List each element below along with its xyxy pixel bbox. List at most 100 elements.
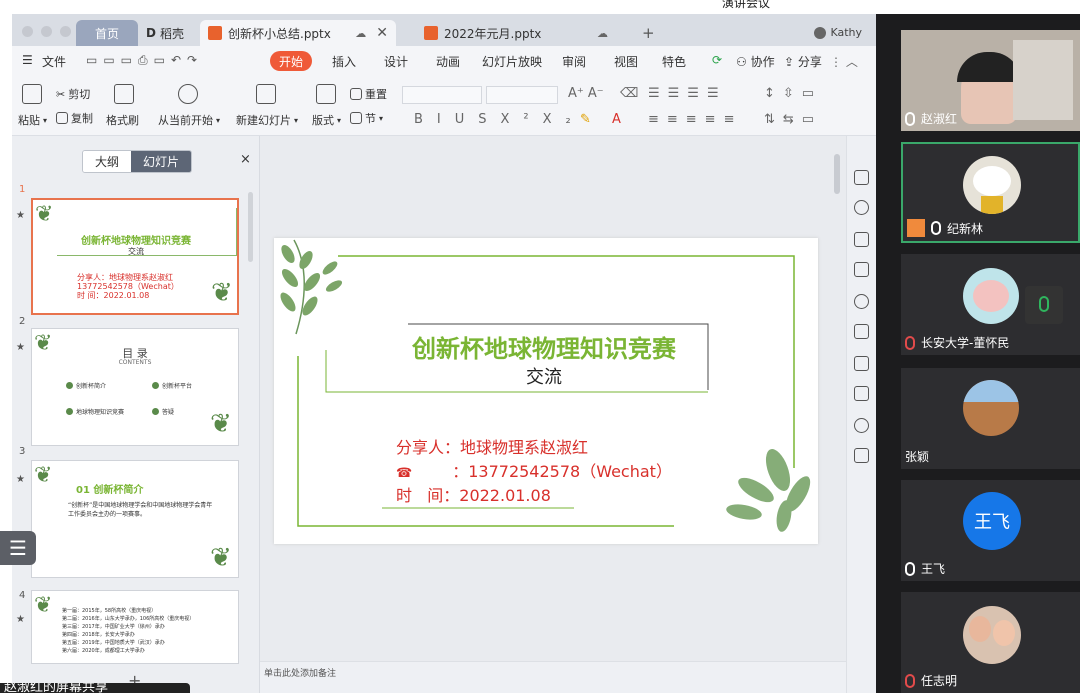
slide-thumbnail-1[interactable]: ❦ 创新杯地球物理知识竞赛 交流 分享人：地球物理系赵淑红 1377254257… bbox=[31, 198, 239, 315]
hamburger-icon[interactable]: ☰ bbox=[22, 53, 33, 67]
target-icon[interactable] bbox=[854, 294, 869, 309]
tab-outline[interactable]: 大纲 bbox=[83, 151, 132, 172]
paste-button[interactable]: 粘贴 ▾ bbox=[18, 112, 47, 128]
text-format-icons[interactable]: BIUSX²X₂ bbox=[414, 112, 585, 127]
cut-label: 剪切 bbox=[68, 88, 91, 101]
leaf-icon: ❦ bbox=[211, 278, 233, 308]
menu-file[interactable]: 文件 bbox=[42, 53, 66, 70]
tab-slides[interactable]: 幻灯片 bbox=[131, 151, 192, 172]
reset-button[interactable]: 重置 bbox=[350, 86, 387, 102]
floating-menu-icon[interactable]: ☰ bbox=[0, 531, 36, 565]
tab-home[interactable]: 首页 bbox=[76, 20, 138, 46]
sharer-value: 地球物理系赵淑红 bbox=[460, 438, 589, 457]
canvas-scrollbar[interactable] bbox=[834, 154, 840, 194]
text-direction-icons[interactable]: ⇅⇆▭ bbox=[764, 112, 822, 127]
paste-icon[interactable] bbox=[22, 84, 42, 104]
close-panel-icon[interactable]: × bbox=[240, 152, 251, 167]
menu-share[interactable]: ⇪ 分享 bbox=[784, 53, 822, 70]
participant-tile[interactable]: 张颖 bbox=[901, 368, 1080, 469]
clear-format-icon[interactable]: ⌫ bbox=[620, 86, 638, 101]
menu-design[interactable]: 设计 bbox=[384, 53, 408, 70]
window-controls[interactable] bbox=[22, 26, 71, 37]
menu-animation[interactable]: 动画 bbox=[436, 53, 460, 70]
leaf-icon: ❦ bbox=[210, 409, 232, 439]
notes-area[interactable]: 单击此处添加备注 bbox=[260, 661, 846, 681]
cloud-icon: ☁ bbox=[355, 26, 367, 40]
user-account[interactable]: Kathy bbox=[814, 26, 862, 39]
slide-thumbnail-2[interactable]: ❦ 目 录 CONTENTS 创新杯简介 创新杯平台 地球物理知识竞赛 答疑 ❦ bbox=[31, 328, 239, 446]
screen-share-status: 赵淑红的屏幕共享 bbox=[0, 683, 190, 693]
main-slide[interactable]: 创新杯地球物理知识竞赛 交流 分享人：地球物理系赵淑红 ☎ ：1377254257… bbox=[274, 238, 818, 544]
font-size-dropdown[interactable] bbox=[486, 86, 558, 104]
video-background bbox=[1013, 40, 1073, 120]
new-slide-icon[interactable] bbox=[256, 84, 276, 104]
sync-icon[interactable]: ⟳ bbox=[712, 53, 722, 67]
date-label: 时 间： bbox=[396, 486, 460, 505]
from-current-button[interactable]: 从当前开始 ▾ bbox=[158, 112, 220, 128]
thumb-number: 1 bbox=[19, 184, 26, 195]
more-icon[interactable]: ⋮ ︿ bbox=[830, 53, 858, 70]
thumb-title: 01 创新杯简介 bbox=[76, 485, 144, 496]
menu-start[interactable]: 开始 bbox=[270, 51, 312, 71]
tab-daoke-label: 稻壳 bbox=[159, 26, 184, 41]
cut-button[interactable]: ✂ 剪切 bbox=[56, 86, 90, 102]
tab-active-file[interactable]: 创新杯小总结.pptx ☁ ✕ bbox=[200, 20, 396, 46]
thumb-item: 地球物理知识竞赛 bbox=[66, 407, 124, 416]
tab-other-file[interactable]: 2022年元月.pptx ☁ bbox=[416, 20, 626, 46]
font-color-icon[interactable]: A bbox=[612, 112, 621, 127]
layers-icon[interactable] bbox=[854, 324, 869, 339]
participant-tile[interactable]: 纪新林 bbox=[901, 142, 1080, 243]
panel-scrollbar[interactable] bbox=[248, 192, 253, 262]
leaf-cluster-right bbox=[726, 449, 811, 532]
layout-icon[interactable] bbox=[316, 84, 336, 104]
layout-button[interactable]: 版式 ▾ bbox=[312, 112, 341, 128]
slide-title: 创新杯地球物理知识竞赛 bbox=[412, 334, 676, 363]
grow-font-icon[interactable]: A⁺ A⁻ bbox=[568, 86, 604, 101]
section-button[interactable]: 节 ▾ bbox=[350, 110, 383, 126]
section-label: 节 bbox=[365, 112, 376, 125]
quick-access-icons[interactable]: ▭▭▭⎙▭↶↷ bbox=[86, 53, 203, 68]
slide-thumbnail-4[interactable]: ❦ 第一届：2015年，58所高校（重庆电视） 第二届：2016年，山东大学承办，… bbox=[31, 590, 239, 664]
tab-daoke[interactable]: D 稻壳 bbox=[138, 20, 198, 46]
history-icon[interactable] bbox=[854, 418, 869, 433]
participant-tile[interactable]: 任志明 bbox=[901, 592, 1080, 693]
participant-tile[interactable]: 赵淑红 bbox=[901, 30, 1080, 131]
settings-icon[interactable] bbox=[854, 386, 869, 401]
thumb-item: 创新杯平台 bbox=[152, 381, 192, 390]
list-icons[interactable]: ☰☰☰☰ bbox=[648, 86, 727, 101]
mic-muted-icon bbox=[905, 335, 915, 350]
participant-tile[interactable]: 王飞 王飞 bbox=[901, 480, 1080, 581]
menu-insert[interactable]: 插入 bbox=[332, 53, 356, 70]
menu-view[interactable]: 视图 bbox=[614, 53, 638, 70]
animation-icon[interactable] bbox=[854, 232, 869, 247]
star-icon: ★ bbox=[16, 474, 25, 485]
new-slide-button[interactable]: 新建幻灯片 ▾ bbox=[236, 112, 298, 128]
slide-thumbnail-3[interactable]: ❦ 01 创新杯简介 “创新杯”是中国地球物理学会和中国地球物理学会青年工作委员… bbox=[31, 460, 239, 578]
align-icons[interactable]: ≡≡≡≡≡ bbox=[648, 112, 742, 127]
copy-button[interactable]: 复制 bbox=[56, 110, 93, 126]
edit-icon[interactable] bbox=[854, 262, 869, 277]
menu-review[interactable]: 审阅 bbox=[562, 53, 586, 70]
spacing-icons[interactable]: ↕⇳▭ bbox=[764, 86, 822, 101]
menu-collab[interactable]: ⚇ 协作 bbox=[736, 53, 775, 70]
user-icon bbox=[907, 219, 925, 237]
highlight-icon[interactable]: ✎ bbox=[580, 112, 591, 127]
leaf-icon: ❦ bbox=[34, 593, 53, 618]
image-icon[interactable] bbox=[854, 448, 869, 463]
new-tab-button[interactable]: + bbox=[642, 24, 655, 42]
thumb-number: 2 bbox=[19, 316, 26, 327]
pot-icon bbox=[981, 196, 1003, 214]
tool-icon[interactable] bbox=[854, 170, 869, 185]
close-tab-icon[interactable]: ✕ bbox=[376, 25, 388, 41]
format-painter-icon[interactable] bbox=[114, 84, 134, 104]
menu-special[interactable]: 特色 bbox=[662, 53, 686, 70]
date-line: 时 间：2022.01.08 bbox=[396, 482, 551, 506]
star-tool-icon[interactable] bbox=[854, 356, 869, 371]
menu-slideshow[interactable]: 幻灯片放映 bbox=[482, 53, 542, 70]
play-icon[interactable] bbox=[178, 84, 198, 104]
font-name-dropdown[interactable] bbox=[402, 86, 482, 104]
format-painter-button[interactable]: 格式刷 bbox=[106, 112, 139, 128]
thumb-lines: 第一届：2015年，58所高校（重庆电视） 第二届：2016年，山东大学承办，10… bbox=[62, 608, 195, 654]
participant-tile[interactable]: 长安大学-董怀民 bbox=[901, 254, 1080, 355]
shape-icon[interactable] bbox=[854, 200, 869, 215]
